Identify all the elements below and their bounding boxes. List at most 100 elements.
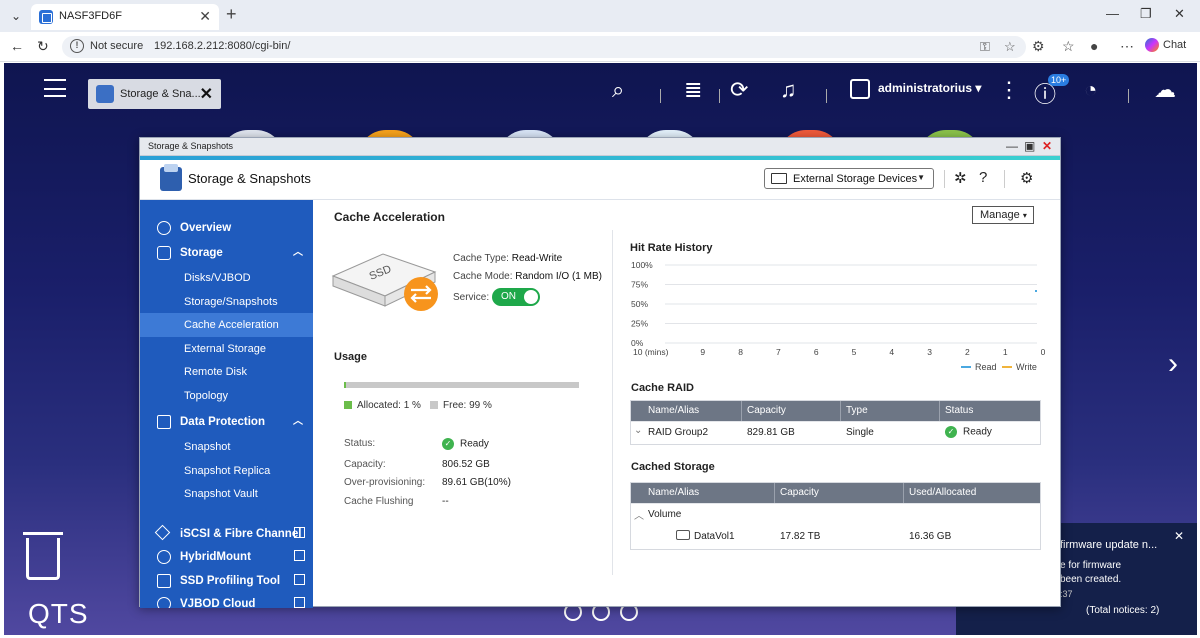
external-link-icon [294, 550, 305, 561]
diagnostics-icon[interactable]: ✲ [954, 169, 967, 187]
browser-tab[interactable]: NASF3FD6F ✕ [31, 4, 219, 30]
notifications-bell-icon[interactable]: ♫ [780, 77, 797, 103]
column-header[interactable]: Status [945, 405, 973, 416]
sidebar-item-data-protection[interactable]: Data Protection ︿ [140, 410, 313, 434]
sidebar-item-snapshot[interactable]: Snapshot [140, 435, 313, 459]
table-row[interactable]: ⌄ RAID Group2 829.81 GB Single ✓ Ready [631, 421, 1040, 444]
service-toggle[interactable]: ON [492, 288, 540, 306]
sidebar-item-remote-disk[interactable]: Remote Disk [140, 360, 313, 384]
browser-tab-title: NASF3FD6F [59, 10, 122, 22]
cache-type-value: Read-Write [511, 253, 563, 264]
search-icon[interactable]: ⌕ [612, 77, 624, 103]
copilot-chat-button[interactable]: Chat [1145, 38, 1186, 52]
external-storage-devices-button[interactable]: External Storage Devices ▼ [764, 168, 934, 189]
external-link-icon [294, 527, 305, 538]
close-app-tab-icon[interactable]: ✕ [200, 84, 213, 104]
separator [944, 170, 945, 188]
favorites-icon[interactable]: ☆ [1062, 38, 1075, 55]
column-header[interactable]: Type [846, 405, 868, 416]
column-header[interactable]: Name/Alias [648, 405, 699, 416]
url-text[interactable]: 192.168.2.212:8080/cgi-bin/ [154, 40, 290, 52]
sidebar-item-iscsi[interactable]: iSCSI & Fibre Channel [140, 522, 313, 546]
column-header[interactable]: Name/Alias [648, 487, 699, 498]
new-tab-icon[interactable]: + [226, 4, 237, 25]
sidebar-item-vjbod-cloud[interactable]: VJBOD Cloud [140, 592, 313, 608]
toast-time: :37 [1060, 589, 1073, 599]
close-toast-icon[interactable]: ✕ [1174, 529, 1184, 543]
column-header[interactable]: Capacity [780, 487, 819, 498]
user-menu[interactable]: administratorius ▾ [850, 79, 981, 99]
window-maximize-icon[interactable]: ▣ [1024, 139, 1035, 153]
sidebar-item-label: Data Protection [180, 416, 265, 428]
more-menu-icon[interactable]: ⋯ [1120, 38, 1134, 55]
column-header[interactable]: Capacity [747, 405, 786, 416]
table-row[interactable]: DataVol1 17.82 TB 16.36 GB [631, 526, 1040, 549]
cloud-icon[interactable]: ☁ [1154, 77, 1176, 103]
sidebar-item-overview[interactable]: Overview [140, 216, 313, 240]
cache-flushing-value: -- [442, 496, 449, 507]
column-divider [612, 230, 613, 575]
window-close-icon[interactable]: ✕ [1042, 139, 1052, 153]
manage-button[interactable]: Manage ▾ [972, 206, 1034, 224]
window-titlebar[interactable]: Storage & Snapshots — ▣ ✕ [140, 138, 1060, 156]
data-protection-icon [157, 415, 171, 429]
background-tasks-icon[interactable]: ≣ [684, 77, 702, 103]
help-icon[interactable]: ? [979, 169, 987, 186]
more-options-icon[interactable]: ⋮ [998, 77, 1020, 103]
taskbar-app-tab-label: Storage & Sna... [120, 88, 201, 100]
address-bar[interactable]: ! Not secure 192.168.2.212:8080/cgi-bin/… [62, 36, 1026, 58]
sidebar-item-storage[interactable]: Storage ︿ [140, 241, 313, 265]
sync-icon[interactable]: ⟳ [730, 77, 748, 103]
window-minimize-icon[interactable]: — [1006, 139, 1018, 153]
close-tab-icon[interactable]: ✕ [199, 8, 211, 25]
next-page-chevron-icon[interactable]: › [1168, 347, 1178, 381]
dashboard-gauge-icon[interactable]: ◔ [1084, 77, 1097, 103]
sidebar-item-snapshot-replica[interactable]: Snapshot Replica [140, 459, 313, 483]
sidebar-item-label: iSCSI & Fibre Channel [180, 528, 302, 540]
sidebar-item-ssd-profiling[interactable]: SSD Profiling Tool [140, 569, 313, 593]
overprovisioning-label: Over-provisioning: [344, 477, 426, 488]
sidebar-item-storage-snapshots[interactable]: Storage/Snapshots [140, 290, 313, 314]
x-tick-label: 3 [927, 347, 932, 357]
minimize-icon[interactable]: — [1106, 6, 1119, 21]
sidebar-item-hybridmount[interactable]: HybridMount [140, 545, 313, 569]
column-header[interactable]: Used/Allocated [909, 487, 976, 498]
collapse-chevron-icon[interactable]: ︿ [293, 241, 303, 265]
ssd-profiling-icon [157, 574, 171, 588]
username: administratorius [878, 81, 973, 96]
key-icon[interactable]: ⚿ [980, 39, 990, 55]
overprovisioning-value: 89.61 GB(10%) [442, 477, 511, 488]
sidebar-item-topology[interactable]: Topology [140, 384, 313, 408]
sidebar-item-external-storage[interactable]: External Storage [140, 337, 313, 361]
profile-avatar-icon[interactable]: ● [1090, 38, 1098, 54]
sidebar: Overview Storage ︿ Disks/VJBOD Storage/Sn… [140, 200, 313, 608]
collapse-chevron-icon[interactable]: ︿ [634, 507, 644, 522]
reload-icon[interactable]: ↻ [37, 38, 49, 55]
table-row[interactable]: ︿ Volume [631, 503, 1040, 526]
cache-type-row: Cache Type: Read-Write [453, 253, 562, 264]
collapse-chevron-icon[interactable]: ︿ [293, 410, 303, 434]
sidebar-item-cache-acceleration[interactable]: Cache Acceleration [140, 313, 313, 337]
not-secure-icon[interactable]: ! [70, 39, 84, 53]
extensions-icon[interactable]: ⚙ [1032, 38, 1045, 55]
separator [1004, 170, 1005, 188]
restore-icon[interactable]: ❐ [1140, 6, 1152, 22]
tab-list-chevron-icon[interactable]: ⌄ [6, 6, 26, 26]
back-icon[interactable]: ← [10, 38, 24, 54]
sidebar-item-disks[interactable]: Disks/VJBOD [140, 266, 313, 290]
table-header: Name/Alias Capacity Type Status [631, 401, 1040, 421]
settings-gear-icon[interactable]: ⚙ [1020, 169, 1033, 187]
favorite-star-icon[interactable]: ☆ [1004, 39, 1016, 55]
free-legend: Free: 99 % [430, 400, 492, 411]
storage-snapshots-window: Storage & Snapshots — ▣ ✕ Storage & Snap… [139, 137, 1061, 608]
taskbar-app-tab[interactable]: Storage & Sna... ✕ [88, 79, 221, 109]
allocated-legend-label: Allocated: 1 % [357, 400, 421, 411]
trash-icon[interactable] [23, 532, 63, 580]
main-menu-icon[interactable] [44, 79, 66, 97]
chat-label: Chat [1163, 38, 1187, 51]
sidebar-item-label: Storage [180, 247, 223, 259]
browser-tabstrip: ⌄ NASF3FD6F ✕ + — ❐ ✕ [0, 0, 1200, 32]
close-window-icon[interactable]: ✕ [1174, 6, 1185, 22]
expand-chevron-icon[interactable]: ⌄ [634, 425, 642, 436]
sidebar-item-snapshot-vault[interactable]: Snapshot Vault [140, 482, 313, 506]
